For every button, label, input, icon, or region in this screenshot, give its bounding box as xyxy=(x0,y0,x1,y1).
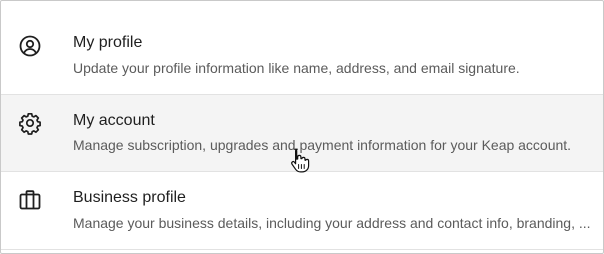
hand-pointer-icon xyxy=(291,148,310,173)
menu-item-my-profile[interactable]: My profile Update your profile informati… xyxy=(1,1,603,95)
menu-item-description: Manage subscription, upgrades and paymen… xyxy=(73,137,572,153)
menu-item-title: My profile xyxy=(73,34,143,51)
settings-menu-list: My profile Update your profile informati… xyxy=(1,1,603,250)
menu-item-description: Manage your business details, including … xyxy=(73,215,591,231)
menu-item-description: Update your profile information like nam… xyxy=(73,60,520,76)
settings-menu-panel: My profile Update your profile informati… xyxy=(0,0,604,254)
gear-icon xyxy=(18,111,42,135)
menu-item-business-profile[interactable]: Business profile Manage your business de… xyxy=(1,172,603,250)
user-circle-icon xyxy=(18,34,42,58)
menu-item-title: Business profile xyxy=(73,189,186,206)
briefcase-icon xyxy=(18,188,42,212)
menu-item-title: My account xyxy=(73,112,155,129)
